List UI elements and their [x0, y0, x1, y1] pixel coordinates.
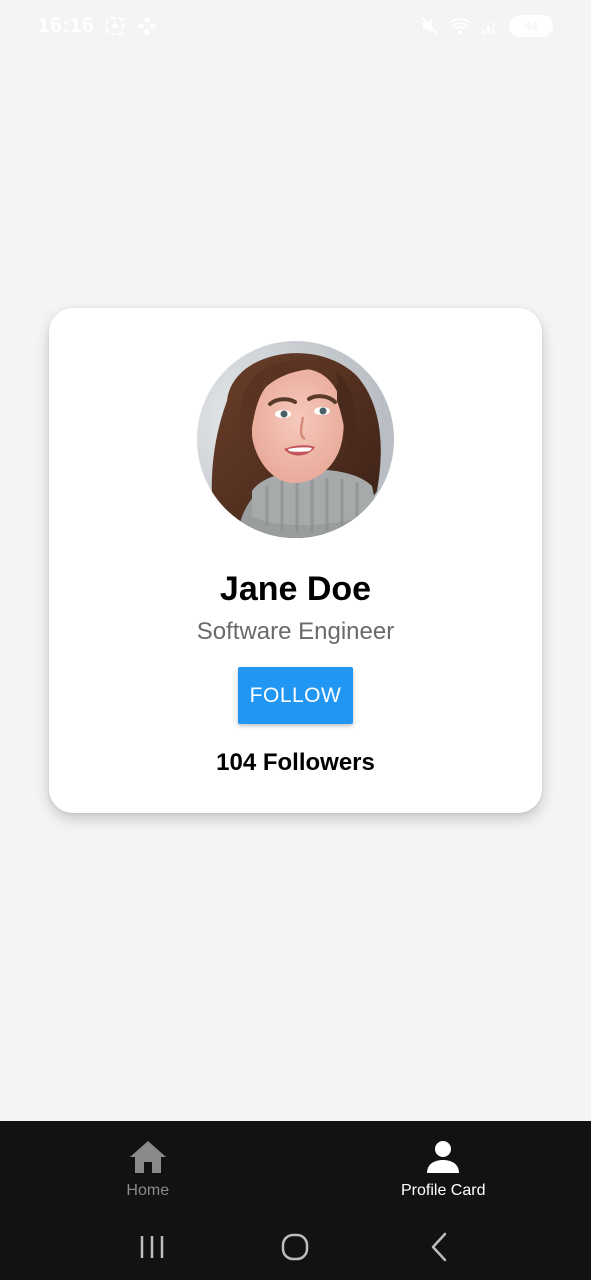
back-icon[interactable]: [419, 1227, 459, 1267]
follow-button[interactable]: FOLLOW: [238, 667, 353, 724]
screenshot-icon: [104, 15, 126, 37]
home-circle-icon[interactable]: [275, 1227, 315, 1267]
status-bar: 16:16 44: [0, 0, 591, 52]
nav-item-profile-card[interactable]: Profile Card: [296, 1121, 591, 1213]
followers-count: 104 Followers: [216, 749, 375, 776]
wifi-icon: [449, 15, 471, 37]
nav-item-home[interactable]: Home: [0, 1121, 296, 1213]
system-nav: [0, 1213, 591, 1280]
battery-icon: 44: [509, 15, 553, 37]
mute-icon: [419, 15, 441, 37]
nav-label-profile-card: Profile Card: [401, 1182, 486, 1199]
signal-icon: [479, 15, 501, 37]
profile-photo: [197, 341, 394, 538]
recents-icon[interactable]: [132, 1227, 172, 1267]
status-time: 16:16: [38, 14, 95, 37]
person-icon: [423, 1138, 463, 1176]
home-icon: [128, 1138, 168, 1176]
pinwheel-icon: [136, 15, 158, 37]
avatar: [197, 341, 394, 538]
bottom-nav: Home Profile Card: [0, 1121, 591, 1213]
profile-name: Jane Doe: [219, 570, 372, 608]
profile-card: Jane Doe Software Engineer FOLLOW 104 Fo…: [49, 308, 542, 813]
status-left: 16:16: [38, 14, 158, 38]
profile-title: Software Engineer: [196, 618, 395, 645]
status-right: 44: [419, 15, 553, 37]
nav-label-home: Home: [126, 1182, 170, 1199]
